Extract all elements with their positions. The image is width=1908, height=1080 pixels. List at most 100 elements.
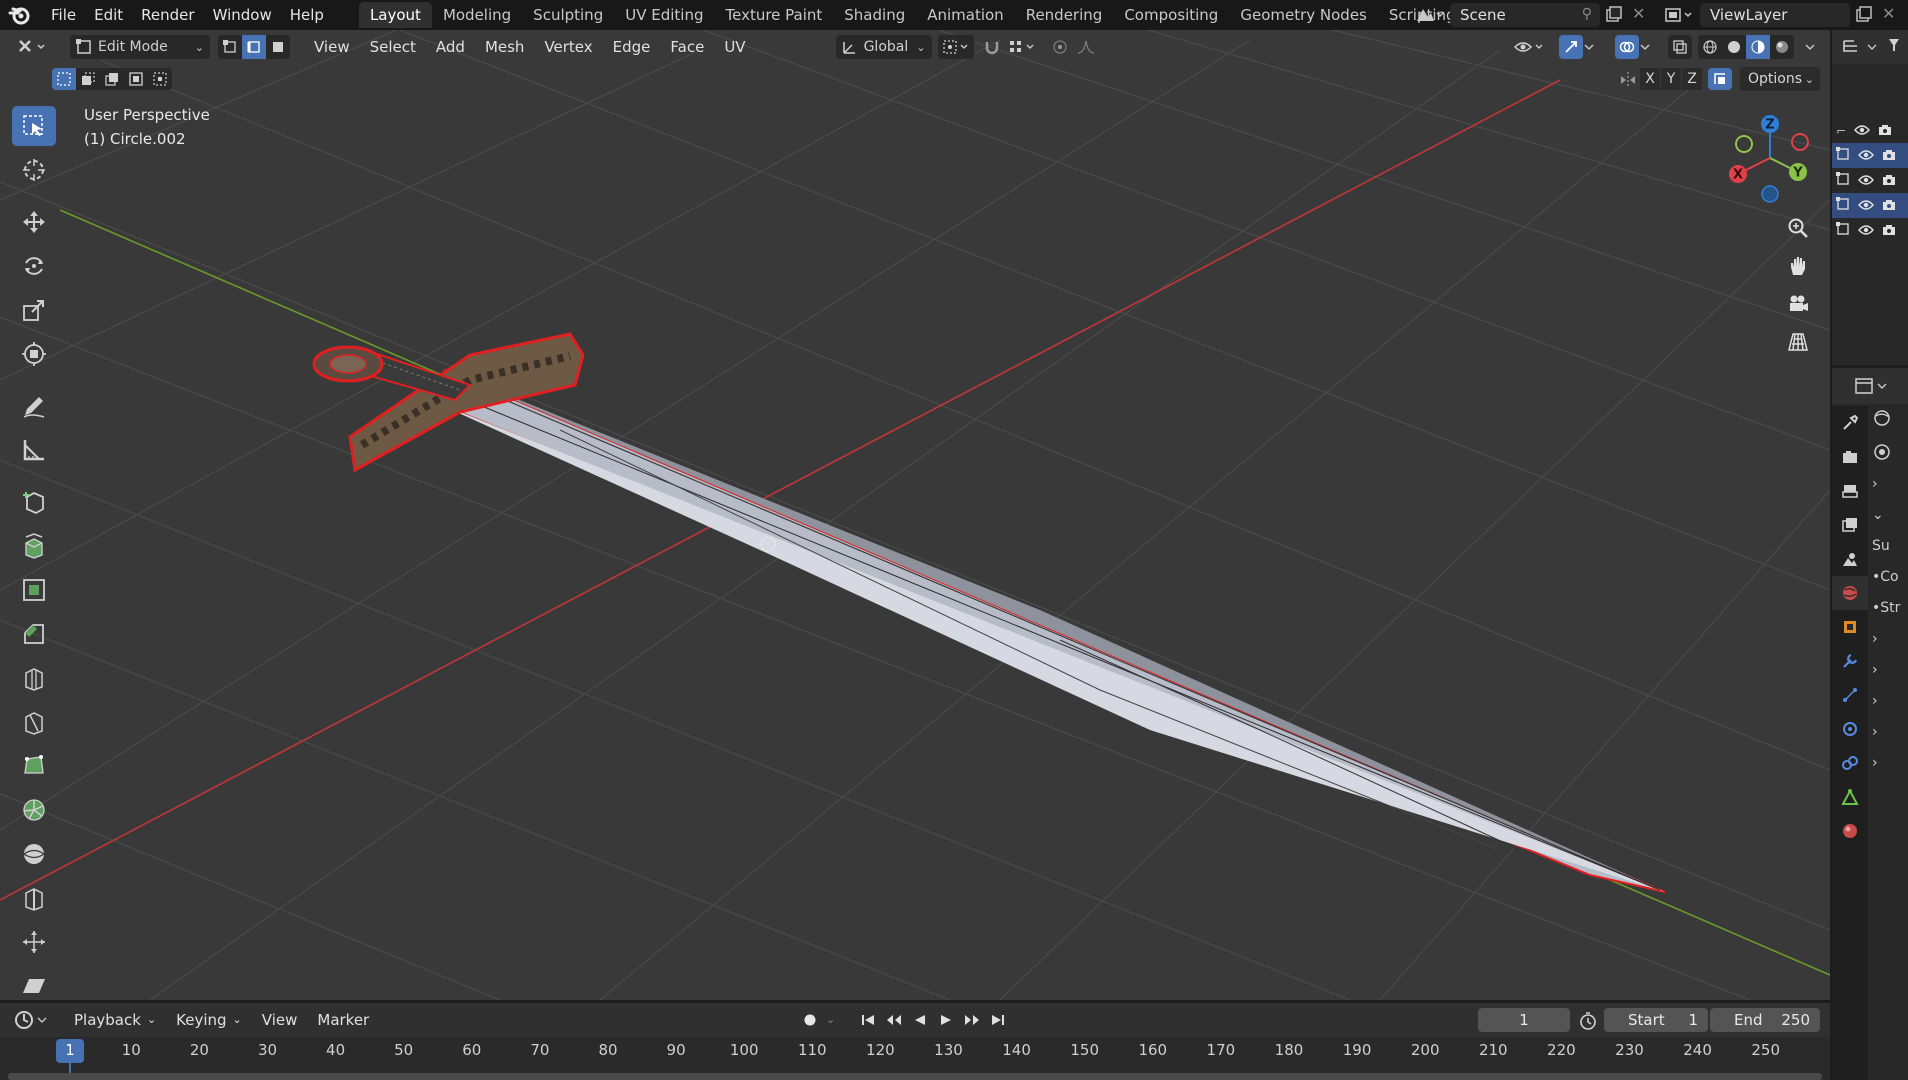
options-dropdown[interactable]: Options ⌄ bbox=[1740, 67, 1820, 91]
edit-mode-toggle-icon[interactable] bbox=[1836, 221, 1850, 240]
render-properties-tab-icon[interactable] bbox=[1832, 440, 1868, 474]
edit-mode-toggle-icon[interactable] bbox=[1836, 146, 1850, 165]
smooth-tool-icon[interactable] bbox=[12, 834, 56, 874]
tab-sculpting[interactable]: Sculpting bbox=[522, 2, 614, 28]
eye-icon[interactable] bbox=[1854, 122, 1870, 140]
outliner-editor-type-icon[interactable] bbox=[1842, 38, 1877, 56]
menu-timeline-view[interactable]: View bbox=[252, 1008, 308, 1032]
record-button[interactable] bbox=[798, 1008, 822, 1032]
eye-icon[interactable] bbox=[1858, 172, 1874, 190]
tab-layout[interactable]: Layout bbox=[358, 2, 432, 28]
perspective-toggle-icon[interactable] bbox=[1782, 326, 1814, 358]
menu-uv[interactable]: UV bbox=[714, 35, 755, 59]
tab-texture-paint[interactable]: Texture Paint bbox=[714, 2, 833, 28]
mirror-z-button[interactable]: Z bbox=[1682, 68, 1702, 90]
camera-render-icon[interactable] bbox=[1882, 172, 1896, 190]
move-tool-icon[interactable] bbox=[12, 202, 56, 242]
mirror-icon[interactable] bbox=[1618, 70, 1638, 90]
falloff-icon[interactable] bbox=[1072, 35, 1108, 59]
timeline-ruler[interactable]: 1 10 20 30 40 50 60 70 80 90 100 110 120 130 140 150 160… bbox=[0, 1037, 1830, 1080]
tab-animation[interactable]: Animation bbox=[916, 2, 1014, 28]
panel-collapse-icon[interactable]: › bbox=[1872, 724, 1908, 755]
view-layer-field[interactable]: ViewLayer bbox=[1700, 3, 1850, 27]
view-layer-icon[interactable] bbox=[1664, 5, 1698, 25]
measure-tool-icon[interactable] bbox=[12, 430, 56, 470]
menu-face[interactable]: Face bbox=[660, 35, 714, 59]
data-properties-tab-icon[interactable] bbox=[1832, 780, 1868, 814]
new-scene-icon[interactable] bbox=[1604, 5, 1626, 25]
gizmo-neg-z[interactable] bbox=[1761, 185, 1779, 203]
menu-vertex[interactable]: Vertex bbox=[534, 35, 602, 59]
eye-icon[interactable] bbox=[1858, 222, 1874, 240]
delete-scene-icon[interactable]: ✕ bbox=[1632, 4, 1645, 23]
snap-target-icon[interactable] bbox=[1004, 35, 1040, 59]
annotate-tool-icon[interactable] bbox=[12, 386, 56, 426]
panel-expand-icon[interactable]: ⌄ bbox=[1872, 507, 1908, 538]
rotate-tool-icon[interactable] bbox=[12, 246, 56, 286]
poly-build-tool-icon[interactable] bbox=[12, 746, 56, 786]
camera-render-icon[interactable] bbox=[1882, 222, 1896, 240]
sword-mesh[interactable] bbox=[312, 332, 1666, 893]
jump-end-icon[interactable] bbox=[986, 1008, 1010, 1032]
outliner-filter-icon[interactable] bbox=[1887, 36, 1901, 58]
timeline-editor-type-icon[interactable] bbox=[14, 1010, 50, 1030]
scene-type-icon[interactable] bbox=[1414, 5, 1448, 25]
visibility-selectability-icon[interactable] bbox=[1510, 35, 1548, 59]
inset-tool-icon[interactable] bbox=[12, 570, 56, 610]
physics-properties-tab-icon[interactable] bbox=[1832, 712, 1868, 746]
tab-modeling[interactable]: Modeling bbox=[432, 2, 522, 28]
object-properties-tab-icon[interactable] bbox=[1832, 610, 1868, 644]
menu-mesh[interactable]: Mesh bbox=[475, 35, 535, 59]
camera-view-icon[interactable] bbox=[1782, 288, 1814, 320]
scene-properties-tab-icon[interactable] bbox=[1832, 542, 1868, 576]
mirror-y-button[interactable]: Y bbox=[1661, 68, 1681, 90]
panel-collapse-icon[interactable]: › bbox=[1872, 662, 1908, 693]
edit-mode-toggle-icon[interactable] bbox=[1836, 196, 1850, 215]
xray-toggle-icon[interactable] bbox=[1668, 35, 1692, 59]
select-invert-icon[interactable] bbox=[124, 68, 148, 90]
gizmo-toggle-icon[interactable] bbox=[1556, 35, 1598, 59]
outliner-row[interactable] bbox=[1832, 193, 1908, 218]
menu-window[interactable]: Window bbox=[204, 0, 281, 30]
menu-edge[interactable]: Edge bbox=[603, 35, 661, 59]
panel-collapse-icon[interactable]: › bbox=[1872, 476, 1908, 507]
rendered-shading-icon[interactable] bbox=[1770, 35, 1794, 59]
play-icon[interactable] bbox=[934, 1008, 958, 1032]
menu-select[interactable]: Select bbox=[360, 35, 426, 59]
play-reverse-icon[interactable] bbox=[908, 1008, 932, 1032]
pin-icon[interactable]: ⚲ bbox=[1582, 6, 1592, 22]
edge-select-icon[interactable] bbox=[242, 35, 266, 59]
select-box-tool-icon[interactable] bbox=[12, 106, 56, 146]
mirror-x-button[interactable]: X bbox=[1640, 68, 1660, 90]
pan-hand-icon[interactable] bbox=[1782, 250, 1814, 282]
wireframe-shading-icon[interactable] bbox=[1698, 35, 1722, 59]
eye-icon[interactable] bbox=[1858, 147, 1874, 165]
tool-properties-tab-icon[interactable] bbox=[1832, 406, 1868, 440]
restrict-icon[interactable]: ⌐ bbox=[1836, 124, 1846, 138]
editor-type-button[interactable] bbox=[12, 35, 56, 59]
loop-cut-tool-icon[interactable] bbox=[12, 658, 56, 698]
auto-key-options-icon[interactable]: ⌄ bbox=[826, 1013, 835, 1026]
camera-render-icon[interactable] bbox=[1882, 197, 1896, 215]
jump-start-icon[interactable] bbox=[856, 1008, 880, 1032]
edit-mode-toggle-icon[interactable] bbox=[1836, 171, 1850, 190]
menu-playback[interactable]: Playback ⌄ bbox=[64, 1008, 166, 1032]
delete-view-layer-icon[interactable]: ✕ bbox=[1882, 4, 1895, 23]
end-frame-field[interactable]: End 250 bbox=[1710, 1008, 1820, 1032]
current-frame-field[interactable]: 1 bbox=[1478, 1008, 1570, 1032]
outliner-row[interactable]: ⌐ bbox=[1832, 118, 1908, 143]
face-select-icon[interactable] bbox=[266, 35, 290, 59]
transform-orientation-dropdown[interactable]: Global ⌄ bbox=[835, 35, 932, 59]
menu-render[interactable]: Render bbox=[132, 0, 203, 30]
tab-rendering[interactable]: Rendering bbox=[1015, 2, 1114, 28]
menu-help[interactable]: Help bbox=[281, 0, 333, 30]
outliner-row[interactable] bbox=[1832, 218, 1908, 243]
edge-slide-tool-icon[interactable] bbox=[12, 878, 56, 918]
gizmo-neg-x[interactable] bbox=[1791, 133, 1809, 151]
panel-collapse-icon[interactable]: › bbox=[1872, 631, 1908, 662]
menu-marker[interactable]: Marker bbox=[307, 1008, 379, 1032]
menu-view[interactable]: View bbox=[304, 35, 360, 59]
menu-edit[interactable]: Edit bbox=[85, 0, 132, 30]
constraints-properties-tab-icon[interactable] bbox=[1832, 746, 1868, 780]
bevel-tool-icon[interactable] bbox=[12, 614, 56, 654]
